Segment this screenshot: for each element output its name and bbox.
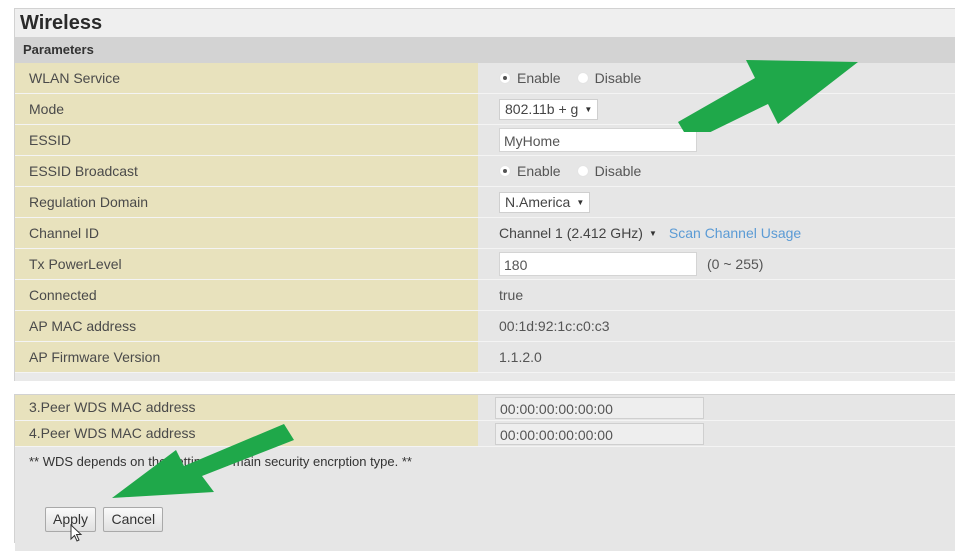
chevron-down-icon: ▼ [584, 104, 593, 114]
regulation-domain-value: N.America [505, 194, 571, 210]
row-mode: Mode 802.11b + g ▼ [15, 94, 955, 125]
row-ap-mac: AP MAC address 00:1d:92:1c:c0:c3 [15, 311, 955, 342]
page-title: Wireless [15, 9, 955, 37]
tx-power-input[interactable]: 180 [499, 252, 697, 276]
peer4-wds-label: 4.Peer WDS MAC address [15, 421, 478, 446]
cancel-button[interactable]: Cancel [103, 507, 164, 532]
chevron-down-icon: ▼ [648, 228, 657, 238]
row-tx-power: Tx PowerLevel 180 (0 ~ 255) [15, 249, 955, 280]
section-header: Parameters [15, 37, 955, 63]
wds-panel: 3.Peer WDS MAC address 00:00:00:00:00:00… [14, 394, 955, 551]
channel-value: Channel 1 (2.412 GHz) [499, 225, 643, 241]
row-peer3-wds: 3.Peer WDS MAC address 00:00:00:00:00:00 [15, 395, 955, 421]
wds-note: ** WDS depends on the settings of main s… [15, 447, 955, 487]
essid-broadcast-disable-label: Disable [594, 163, 642, 179]
wlan-service-enable-radio[interactable] [499, 72, 511, 84]
channel-id-label: Channel ID [15, 218, 478, 248]
essid-broadcast-label: ESSID Broadcast [15, 156, 478, 186]
mode-value: 802.11b + g [505, 101, 579, 117]
wlan-service-enable-label: Enable [517, 70, 561, 86]
peer3-wds-label: 3.Peer WDS MAC address [15, 395, 478, 420]
mode-select[interactable]: 802.11b + g ▼ [499, 98, 599, 120]
row-channel-id: Channel ID Channel 1 (2.412 GHz) ▼ Scan C… [15, 218, 955, 249]
wlan-service-disable-radio[interactable] [576, 72, 589, 84]
tx-power-label: Tx PowerLevel [15, 249, 478, 279]
wlan-service-label: WLAN Service [15, 63, 478, 93]
channel-select[interactable]: Channel 1 (2.412 GHz) ▼ [499, 223, 657, 244]
essid-broadcast-disable-radio[interactable] [576, 165, 589, 177]
mode-label: Mode [15, 94, 478, 124]
essid-input[interactable]: MyHome [499, 128, 697, 152]
ap-firmware-label: AP Firmware Version [15, 342, 478, 372]
peer3-wds-input[interactable]: 00:00:00:00:00:00 [495, 396, 704, 419]
ap-mac-value: 00:1d:92:1c:c0:c3 [478, 311, 955, 341]
ap-mac-label: AP MAC address [15, 311, 478, 341]
row-essid-broadcast: ESSID Broadcast Enable Disable [15, 156, 955, 187]
essid-broadcast-enable-label: Enable [517, 163, 561, 179]
ap-firmware-value: 1.1.2.0 [478, 342, 955, 372]
connected-value: true [478, 280, 955, 310]
row-wlan-service: WLAN Service Enable Disable [15, 63, 955, 94]
mouse-cursor-icon [70, 524, 83, 542]
tx-power-range: (0 ~ 255) [707, 256, 764, 272]
row-connected: Connected true [15, 280, 955, 311]
row-regulation-domain: Regulation Domain N.America ▼ [15, 187, 955, 218]
wireless-panel: Wireless Parameters WLAN Service Enable … [14, 8, 955, 381]
scan-channel-usage-link[interactable]: Scan Channel Usage [669, 225, 801, 241]
row-essid: ESSID MyHome [15, 125, 955, 156]
essid-label: ESSID [15, 125, 478, 155]
chevron-down-icon: ▼ [576, 197, 585, 207]
regulation-domain-select[interactable]: N.America ▼ [499, 191, 591, 213]
regulation-domain-label: Regulation Domain [15, 187, 478, 217]
connected-label: Connected [15, 280, 478, 310]
row-peer4-wds: 4.Peer WDS MAC address 00:00:00:00:00:00 [15, 421, 955, 447]
wlan-service-disable-label: Disable [594, 70, 642, 86]
button-bar: Apply Cancel [15, 487, 955, 551]
row-ap-firmware: AP Firmware Version 1.1.2.0 [15, 342, 955, 373]
essid-broadcast-enable-radio[interactable] [499, 165, 511, 177]
peer4-wds-input[interactable]: 00:00:00:00:00:00 [495, 422, 704, 445]
